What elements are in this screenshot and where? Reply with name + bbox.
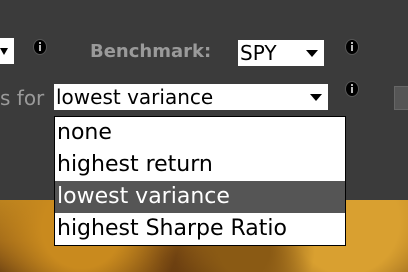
option-none[interactable]: none (55, 117, 345, 149)
info-icon[interactable] (34, 40, 46, 54)
optimize-dropdown-list[interactable]: none highest return lowest variance high… (54, 116, 346, 246)
chevron-down-icon (306, 50, 318, 57)
optimize-label: s for (0, 86, 45, 110)
chevron-down-icon (0, 48, 8, 55)
option-highest-sharpe-ratio[interactable]: highest Sharpe Ratio (55, 213, 345, 245)
optimize-select[interactable]: lowest variance (54, 84, 328, 110)
info-icon[interactable] (346, 82, 358, 96)
partial-button[interactable] (394, 86, 408, 110)
optimize-select-value: lowest variance (56, 85, 214, 109)
info-icon[interactable] (346, 40, 358, 54)
benchmark-select-value: SPY (240, 41, 277, 65)
option-lowest-variance[interactable]: lowest variance (55, 181, 345, 213)
option-highest-return[interactable]: highest return (55, 149, 345, 181)
benchmark-select[interactable]: SPY (238, 40, 324, 66)
chevron-down-icon (310, 94, 322, 101)
benchmark-label: Benchmark: (90, 41, 212, 62)
